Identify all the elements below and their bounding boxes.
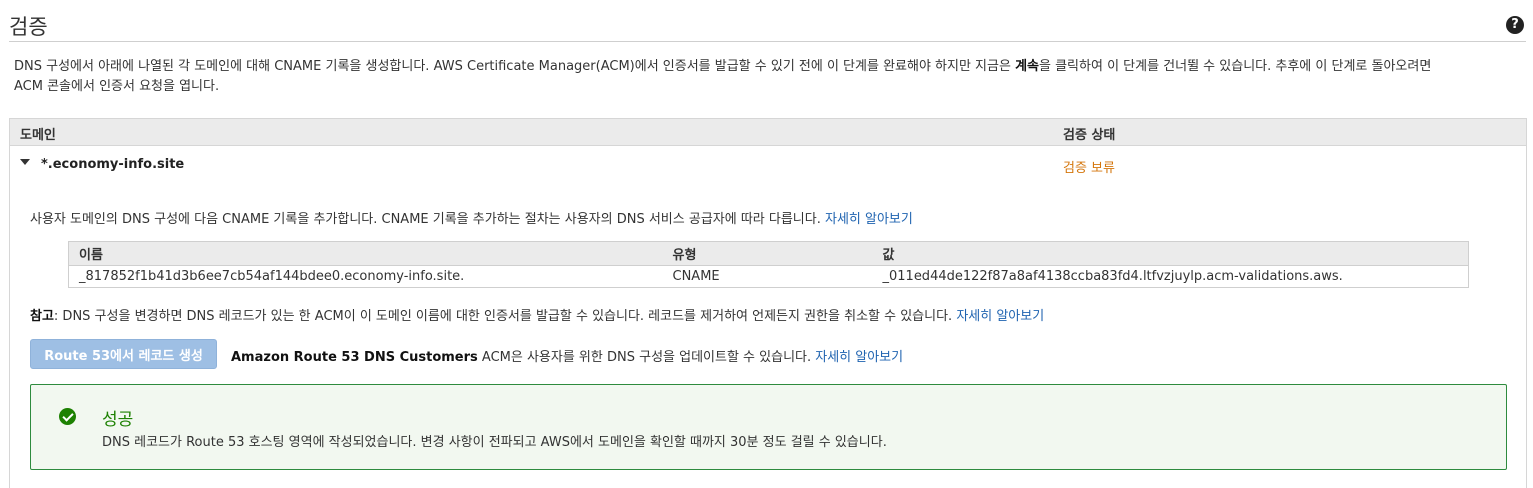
title-divider: [9, 41, 1526, 42]
learn-more-link-note[interactable]: 자세히 알아보기: [956, 309, 1044, 324]
note-body: : DNS 구성을 변경하면 DNS 레코드가 있는 한 ACM이 이 도메인 …: [53, 309, 957, 324]
route53-info: Amazon Route 53 DNS Customers ACM은 사용자를 …: [231, 346, 903, 365]
success-alert: 성공 DNS 레코드가 Route 53 호스팅 영역에 작성되었습니다. 변경…: [30, 384, 1507, 470]
record-header-value: 값: [872, 241, 1469, 266]
validation-page: 검증 ? DNS 구성에서 아래에 나열된 각 도메인에 대해 CNAME 기록…: [0, 0, 1533, 488]
note-label: 참고: [30, 309, 54, 324]
record-table-header: 이름 유형 값: [68, 241, 1469, 266]
learn-more-link-cname[interactable]: 자세히 알아보기: [825, 212, 913, 227]
record-header-type: 유형: [662, 241, 873, 266]
create-record-in-route53-button[interactable]: Route 53에서 레코드 생성: [30, 339, 217, 369]
cname-description: 사용자 도메인의 DNS 구성에 다음 CNAME 기록을 추가합니다. CNA…: [30, 208, 913, 227]
route53-info-text: ACM은 사용자를 위한 DNS 구성을 업데이트할 수 있습니다.: [477, 350, 816, 365]
record-type: CNAME: [672, 269, 720, 284]
caret-down-icon[interactable]: [20, 159, 30, 165]
cname-description-text: 사용자 도메인의 DNS 구성에 다음 CNAME 기록을 추가합니다. CNA…: [30, 212, 825, 227]
success-message: DNS 레코드가 Route 53 호스팅 영역에 작성되었습니다. 변경 사항…: [102, 435, 887, 450]
intro-text: DNS 구성에서 아래에 나열된 각 도메인에 대해 CNAME 기록을 생성합…: [14, 57, 1524, 97]
domain-validation-panel: 도메인 검증 상태 *.economy-info.site 검증 보류 사용자 …: [9, 118, 1527, 488]
intro-line2: ACM 콘솔에서 인증서 요청을 엽니다.: [14, 79, 220, 94]
intro-line1-after: 을 클릭하여 이 단계를 건너뛸 수 있습니다. 추후에 이 단계로 돌아오려면: [1039, 59, 1432, 74]
record-value[interactable]: _011ed44de122f87a8af4138ccba83fd4.ltfvzj…: [873, 266, 1469, 288]
route53-customers-label: Amazon Route 53 DNS Customers: [231, 350, 478, 365]
table-row: _817852f1b41d3b6ee7cb54af144bdee0.econom…: [69, 266, 1469, 288]
note-text: 참고: DNS 구성을 변경하면 DNS 레코드가 있는 한 ACM이 이 도메…: [30, 305, 1044, 324]
domain-name: *.economy-info.site: [41, 157, 185, 172]
check-circle-icon: [59, 408, 76, 425]
page-title: 검증: [9, 15, 48, 39]
record-header-name: 이름: [68, 241, 663, 266]
panel-header: 도메인 검증 상태: [10, 119, 1526, 146]
column-header-domain: 도메인: [20, 128, 56, 143]
continue-keyword: 계속: [1015, 59, 1039, 74]
status-badge: 검증 보류: [1063, 161, 1115, 176]
learn-more-link-route53[interactable]: 자세히 알아보기: [815, 350, 903, 365]
success-title: 성공: [102, 410, 134, 430]
cname-record-table: 이름 유형 값 _817852f1b41d3b6ee7cb54af144bdee…: [68, 241, 1469, 288]
column-header-status: 검증 상태: [1063, 128, 1116, 143]
intro-line1-before: DNS 구성에서 아래에 나열된 각 도메인에 대해 CNAME 기록을 생성합…: [14, 59, 1016, 74]
domain-row: *.economy-info.site 검증 보류: [10, 147, 1526, 177]
help-icon[interactable]: ?: [1506, 16, 1524, 34]
record-name[interactable]: _817852f1b41d3b6ee7cb54af144bdee0.econom…: [69, 266, 663, 288]
